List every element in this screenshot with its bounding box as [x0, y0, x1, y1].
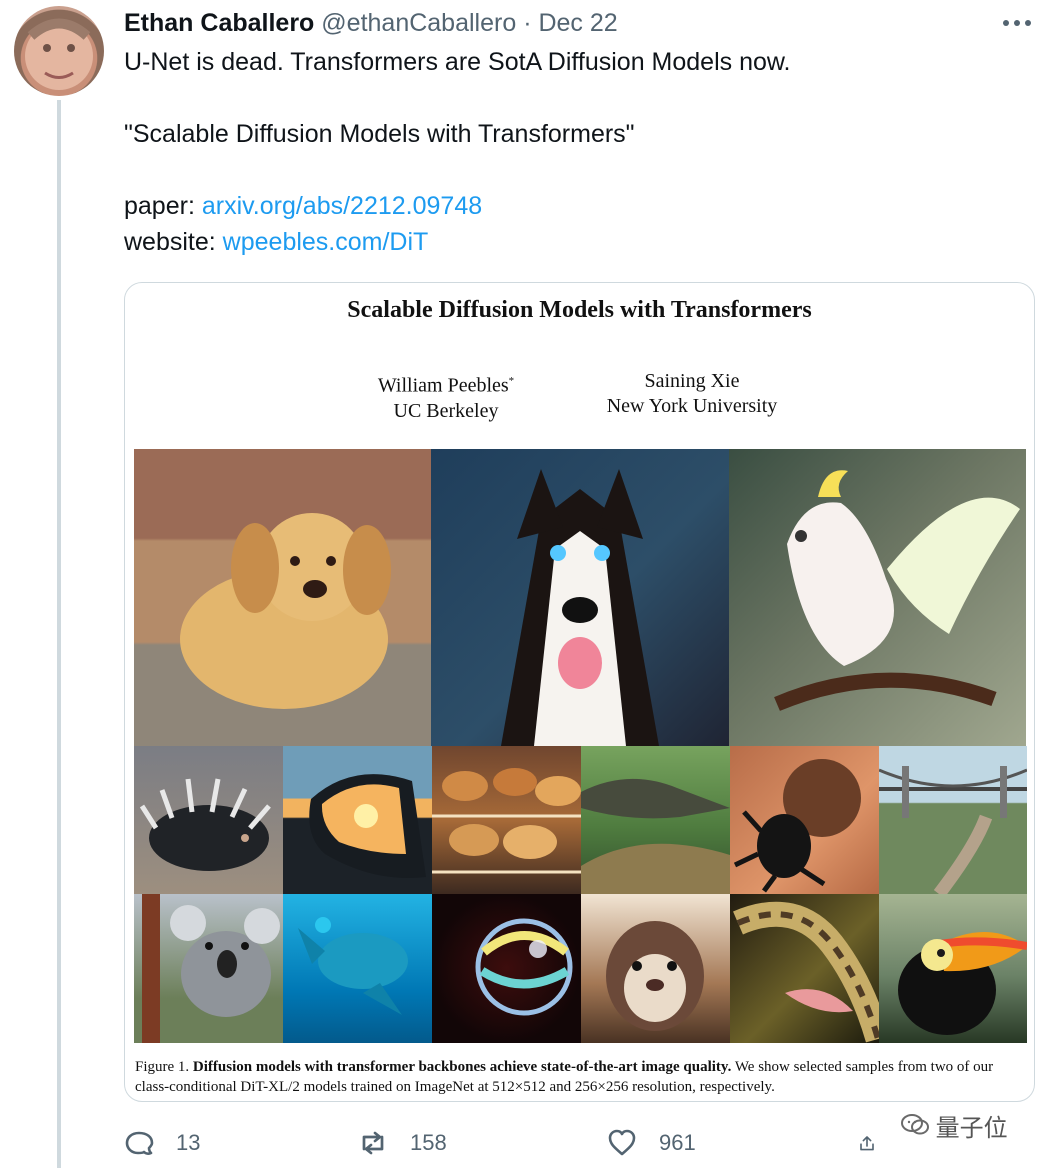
reply-count: 13 [176, 1130, 201, 1155]
paper-label: paper: [124, 192, 202, 220]
avatar[interactable] [14, 6, 104, 96]
figure-caption: Figure 1. Diffusion models with transfor… [135, 1057, 1030, 1097]
sample-image-sea-turtle [283, 894, 432, 1043]
paper-link[interactable]: arxiv.org/abs/2212.09748 [202, 192, 482, 220]
sample-image-soap-bubble [432, 894, 581, 1043]
sample-image-crocodile [581, 746, 730, 894]
sample-image-ferret [581, 894, 730, 1043]
caption-prefix: Figure 1. [135, 1059, 190, 1075]
thread-connector-line [57, 100, 61, 1168]
date-separator: · [523, 9, 532, 37]
website-line: website: wpeebles.com/DiT [124, 224, 1024, 260]
author-2: Saining Xie New York University [597, 369, 787, 419]
like-count: 961 [659, 1130, 696, 1155]
paper-line: paper: arxiv.org/abs/2212.09748 [124, 188, 1024, 224]
sample-image-toucan [879, 894, 1027, 1043]
sample-image-suspension-bridge [879, 746, 1027, 894]
reply-action[interactable]: 13 [124, 1124, 264, 1162]
sample-image-cockatoo [729, 449, 1026, 746]
sample-image-snake [730, 894, 879, 1043]
caption-bold: Diffusion models with transformer backbo… [192, 1059, 732, 1075]
tweet-text: U-Net is dead. Transformers are SotA Dif… [124, 44, 1024, 260]
author-1-affiliation: UC Berkeley [393, 399, 499, 422]
heart-icon [608, 1129, 636, 1156]
tweet-date[interactable]: Dec 22 [538, 9, 617, 37]
sample-image-husky [431, 449, 729, 746]
sample-image-porcupine [134, 746, 283, 894]
paper-preview-card[interactable]: Scalable Diffusion Models with Transform… [124, 282, 1035, 1102]
more-horizontal-icon[interactable] [1000, 10, 1034, 36]
author-1-mark: * [508, 375, 515, 387]
sample-image-golden-retriever [134, 449, 431, 746]
like-action[interactable]: 961 [607, 1124, 747, 1162]
tweet-line-1: U-Net is dead. Transformers are SotA Dif… [124, 48, 791, 76]
avatar-face-image [25, 18, 93, 90]
share-action[interactable] [858, 1124, 898, 1162]
tweet-line-2: "Scalable Diffusion Models with Transfor… [124, 120, 635, 148]
author-1: William Peebles* UC Berkeley [371, 369, 521, 424]
sample-image-pastry-display [432, 746, 581, 894]
author-2-name: Saining Xie [644, 370, 740, 392]
wechat-watermark: 量子位 [901, 1108, 1008, 1143]
wechat-icon [901, 1114, 929, 1135]
retweet-icon [362, 1131, 384, 1155]
sample-image-dung-beetle [730, 746, 879, 894]
website-link[interactable]: wpeebles.com/DiT [223, 228, 429, 256]
tweet-header: Ethan Caballero @ethanCaballero · Dec 22 [124, 6, 618, 40]
author-name[interactable]: Ethan Caballero [124, 9, 314, 37]
author-1-name: William Peebles [377, 374, 509, 397]
author-handle[interactable]: @ethanCaballero [321, 9, 516, 37]
watermark-text: 量子位 [935, 1115, 1008, 1142]
reply-icon [125, 1131, 154, 1155]
author-2-affiliation: New York University [606, 395, 778, 417]
retweet-count: 158 [410, 1130, 447, 1155]
sample-image-koala [134, 894, 283, 1043]
retweet-action[interactable]: 158 [358, 1124, 498, 1162]
share-icon [860, 1136, 874, 1151]
website-label: website: [124, 228, 223, 256]
sample-image-mirror-sunset [283, 746, 432, 894]
paper-title: Scalable Diffusion Models with Transform… [347, 297, 812, 323]
